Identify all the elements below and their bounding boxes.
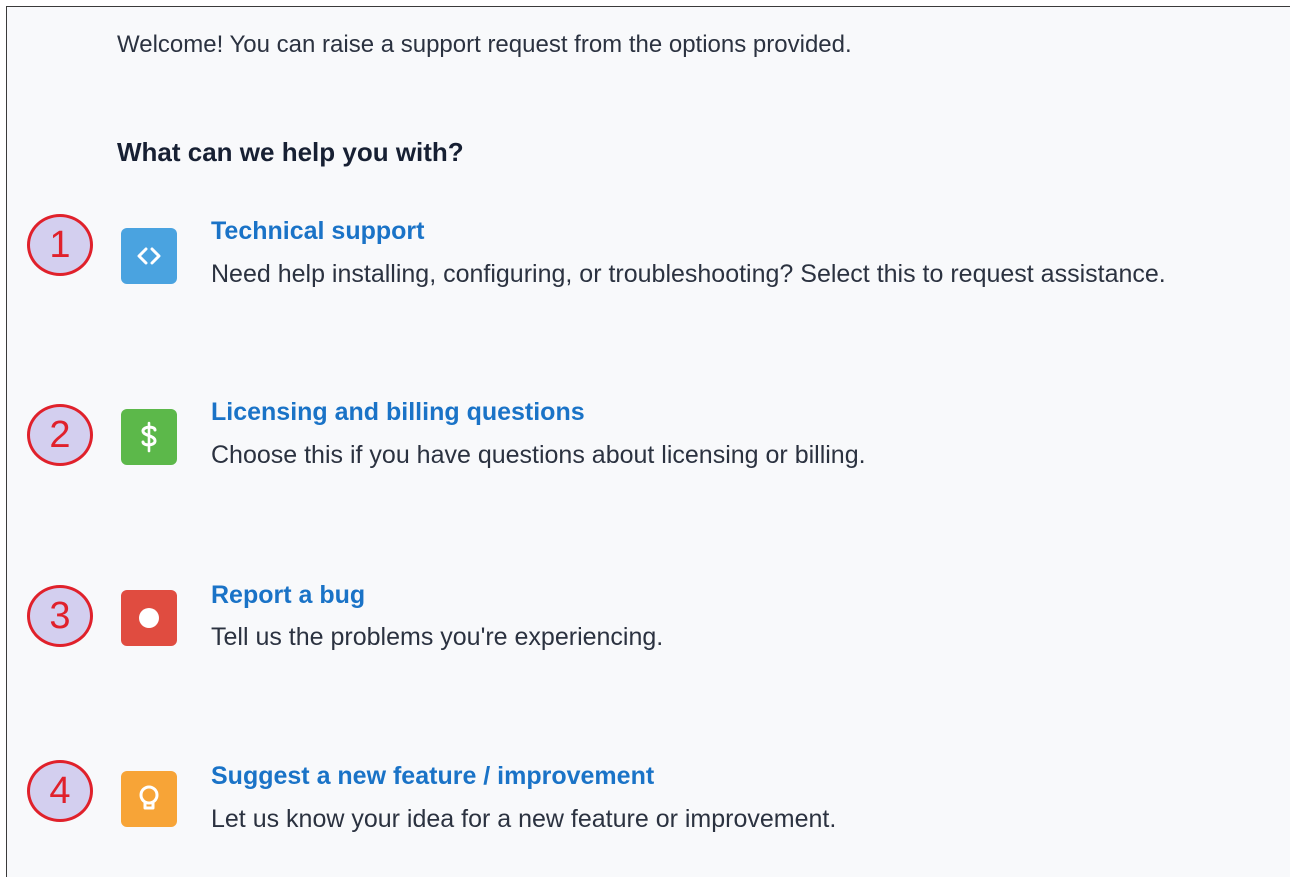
option-report-bug[interactable]: 3 Report a bug Tell us the problems you'… xyxy=(7,569,1287,651)
annotation-marker: 4 xyxy=(27,760,93,822)
option-description: Tell us the problems you're experiencing… xyxy=(211,623,664,651)
option-description: Let us know your idea for a new feature … xyxy=(211,805,837,833)
code-brackets-icon xyxy=(121,228,177,284)
option-title[interactable]: Suggest a new feature / improvement xyxy=(211,762,654,791)
help-heading: What can we help you with? xyxy=(117,137,464,167)
option-licensing-billing[interactable]: 2 Licensing and billing questions Choose… xyxy=(7,388,1287,469)
stop-circle-icon xyxy=(121,590,177,646)
lightbulb-icon xyxy=(121,771,177,827)
option-technical-support[interactable]: 1 Technical support Need help installing… xyxy=(7,207,1287,288)
dollar-sign-icon xyxy=(121,409,177,465)
option-suggest-feature[interactable]: 4 Suggest a new feature / improvement Le… xyxy=(7,750,1287,833)
support-portal-panel: Welcome! You can raise a support request… xyxy=(6,6,1290,877)
option-title[interactable]: Licensing and billing questions xyxy=(211,398,585,427)
welcome-message: Welcome! You can raise a support request… xyxy=(117,31,852,58)
option-title[interactable]: Technical support xyxy=(211,217,424,246)
annotation-marker: 3 xyxy=(27,585,93,647)
annotation-marker: 1 xyxy=(27,214,93,276)
annotation-marker: 2 xyxy=(27,404,93,466)
option-description: Need help installing, configuring, or tr… xyxy=(211,260,1166,288)
option-title[interactable]: Report a bug xyxy=(211,581,365,610)
option-description: Choose this if you have questions about … xyxy=(211,441,866,469)
